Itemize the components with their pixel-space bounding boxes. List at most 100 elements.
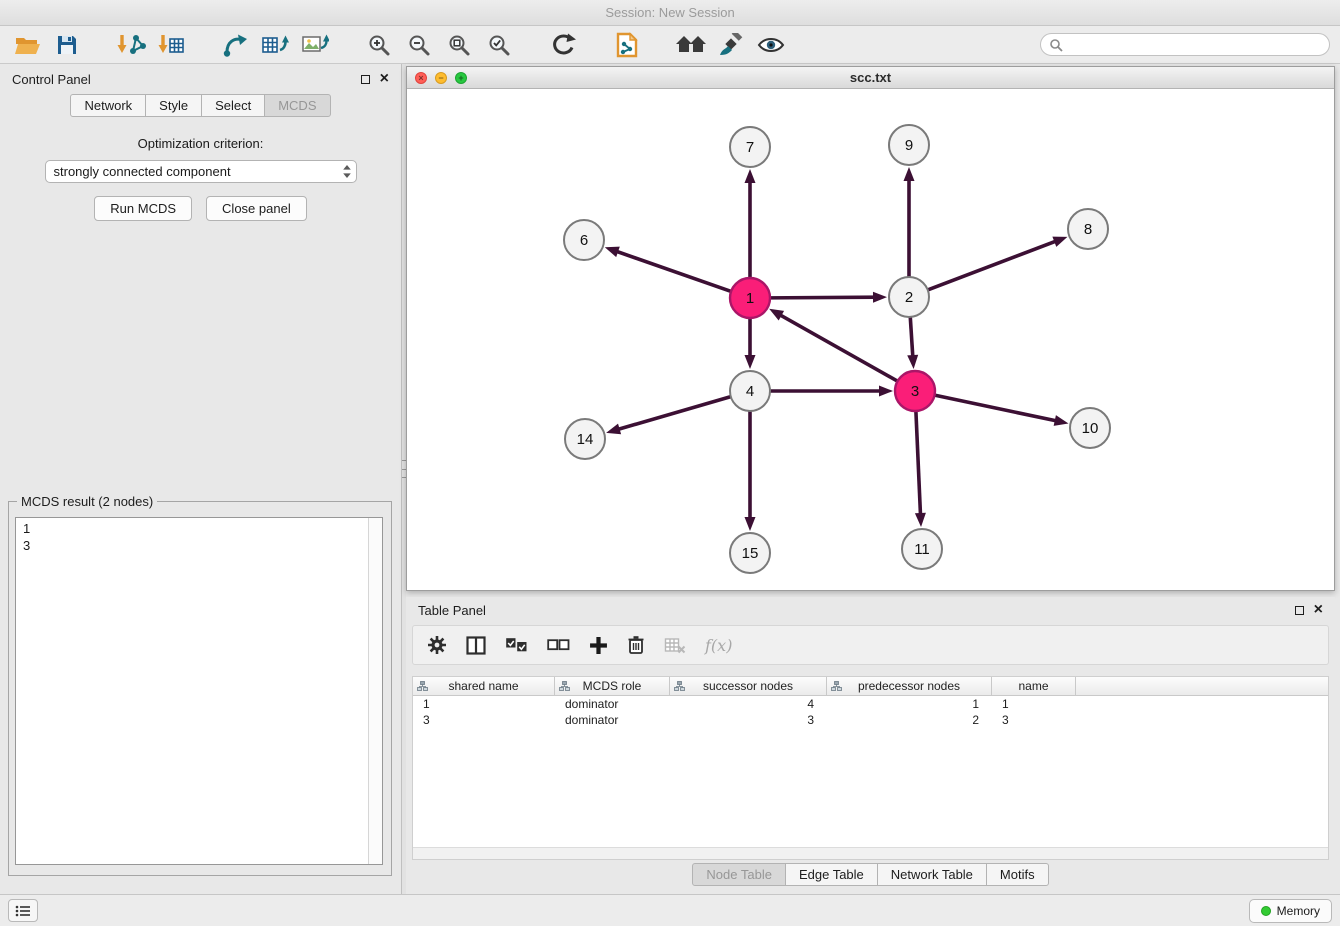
table-cell[interactable]: dominator	[555, 712, 670, 728]
graph-node-3[interactable]: 3	[895, 371, 935, 411]
graph-node-1[interactable]: 1	[730, 278, 770, 318]
graph-node-8[interactable]: 8	[1068, 209, 1108, 249]
tab-node-table[interactable]: Node Table	[692, 863, 786, 886]
criterion-select[interactable]: strongly connected component	[45, 160, 357, 183]
tab-network[interactable]: Network	[70, 94, 146, 117]
show-graphics-button[interactable]	[754, 30, 788, 60]
graph-edge-2-8[interactable]	[928, 241, 1057, 290]
table-horizontal-scrollbar[interactable]	[413, 847, 1328, 859]
memory-button[interactable]: Memory	[1249, 899, 1332, 923]
table-row[interactable]: 1 dominator 4 1 1	[413, 696, 1328, 712]
trash-icon	[627, 635, 645, 655]
zoom-selected-button[interactable]	[482, 30, 516, 60]
close-panel-action-button[interactable]: Close panel	[206, 196, 307, 221]
add-column-button[interactable]	[589, 636, 608, 655]
show-columns-button[interactable]	[466, 636, 486, 655]
import-network-button[interactable]	[114, 30, 148, 60]
tab-edge-table[interactable]: Edge Table	[785, 863, 878, 886]
column-header-mcds-role[interactable]: MCDS role	[555, 677, 670, 696]
new-network-button[interactable]	[218, 30, 252, 60]
new-table-button[interactable]	[258, 30, 292, 60]
graph-edge-3-11[interactable]	[916, 411, 921, 516]
zoom-fit-button[interactable]	[442, 30, 476, 60]
table-cell[interactable]: 3	[992, 712, 1076, 728]
graph-node-2[interactable]: 2	[889, 277, 929, 317]
table-cell[interactable]: 1	[413, 696, 555, 712]
tab-select[interactable]: Select	[201, 94, 265, 117]
apply-layout-button[interactable]	[546, 30, 580, 60]
graph-node-label: 6	[580, 232, 588, 249]
select-all-button[interactable]	[505, 637, 528, 653]
graph-node-15[interactable]: 15	[730, 533, 770, 573]
result-item[interactable]: 1	[23, 520, 382, 537]
tab-network-table[interactable]: Network Table	[877, 863, 987, 886]
task-history-button[interactable]	[8, 899, 38, 922]
table-cell[interactable]: 3	[413, 712, 555, 728]
save-session-button[interactable]	[50, 30, 84, 60]
graph-edge-1-6[interactable]	[615, 251, 731, 292]
graph-edge-1-2[interactable]	[770, 297, 876, 298]
column-header-name[interactable]: name	[992, 677, 1076, 696]
close-panel-button[interactable]: ×	[380, 74, 389, 84]
graph-edge-4-14[interactable]	[617, 397, 731, 430]
graph-node-7[interactable]: 7	[730, 127, 770, 167]
table-cell[interactable]: 2	[827, 712, 992, 728]
mcds-result-list[interactable]: 1 3	[15, 517, 383, 865]
graph-edge-arrowhead	[907, 355, 918, 369]
table-cell[interactable]: dominator	[555, 696, 670, 712]
tab-motifs[interactable]: Motifs	[986, 863, 1049, 886]
select-stepper-icon	[342, 164, 352, 179]
graph-node-label: 8	[1084, 221, 1092, 238]
zoom-in-button[interactable]	[362, 30, 396, 60]
optimization-criterion-label: Optimization criterion:	[0, 136, 401, 151]
graph-node-14[interactable]: 14	[565, 419, 605, 459]
delete-table-button[interactable]	[664, 636, 686, 654]
close-window-button[interactable]: ×	[415, 72, 427, 84]
home-button[interactable]	[674, 30, 708, 60]
network-graph[interactable]: 7 9 6 8 1 2 4 3 10 14 15 11	[407, 89, 1334, 590]
network-snapshot-button[interactable]	[610, 30, 644, 60]
float-panel-button[interactable]	[361, 75, 370, 84]
export-image-button[interactable]	[298, 30, 332, 60]
column-header-successor-nodes[interactable]: successor nodes	[670, 677, 827, 696]
zoom-out-button[interactable]	[402, 30, 436, 60]
control-panel-tabs: Network Style Select MCDS	[0, 94, 401, 117]
network-canvas[interactable]: 7 9 6 8 1 2 4 3 10 14 15 11	[407, 89, 1334, 590]
close-table-panel-button[interactable]: ×	[1314, 605, 1323, 615]
graph-edge-2-3[interactable]	[910, 317, 913, 358]
function-builder-button[interactable]: f(x)	[705, 636, 732, 655]
delete-column-button[interactable]	[627, 635, 645, 655]
graph-edge-3-10[interactable]	[935, 395, 1058, 421]
result-item[interactable]: 3	[23, 537, 382, 554]
control-panel-header: Control Panel ×	[0, 64, 401, 94]
zoom-window-button[interactable]: +	[455, 72, 467, 84]
table-row[interactable]: 3 dominator 3 2 3	[413, 712, 1328, 728]
tab-mcds[interactable]: MCDS	[264, 94, 330, 117]
table-settings-button[interactable]	[427, 635, 447, 655]
graph-edge-arrowhead	[745, 169, 756, 183]
graph-edge-3-1[interactable]	[779, 314, 898, 381]
column-header-shared-name[interactable]: shared name	[413, 677, 555, 696]
open-file-button[interactable]	[10, 30, 44, 60]
import-table-button[interactable]	[154, 30, 188, 60]
graph-node-10[interactable]: 10	[1070, 408, 1110, 448]
deselect-all-button[interactable]	[547, 638, 570, 652]
apply-style-button[interactable]	[714, 30, 748, 60]
tab-style[interactable]: Style	[145, 94, 202, 117]
minimize-window-button[interactable]: −	[435, 72, 447, 84]
table-cell[interactable]: 1	[992, 696, 1076, 712]
table-cell[interactable]: 4	[670, 696, 827, 712]
table-cell[interactable]: 3	[670, 712, 827, 728]
column-type-icon	[417, 681, 428, 691]
float-table-panel-button[interactable]	[1295, 606, 1304, 615]
search-box[interactable]	[1040, 33, 1330, 56]
run-mcds-button[interactable]: Run MCDS	[94, 196, 192, 221]
graph-node-9[interactable]: 9	[889, 125, 929, 165]
graph-node-4[interactable]: 4	[730, 371, 770, 411]
search-input[interactable]	[1068, 38, 1321, 52]
graph-node-6[interactable]: 6	[564, 220, 604, 260]
result-list-scrollbar[interactable]	[368, 518, 382, 864]
graph-node-11[interactable]: 11	[902, 529, 942, 569]
column-header-predecessor-nodes[interactable]: predecessor nodes	[827, 677, 992, 696]
table-cell[interactable]: 1	[827, 696, 992, 712]
